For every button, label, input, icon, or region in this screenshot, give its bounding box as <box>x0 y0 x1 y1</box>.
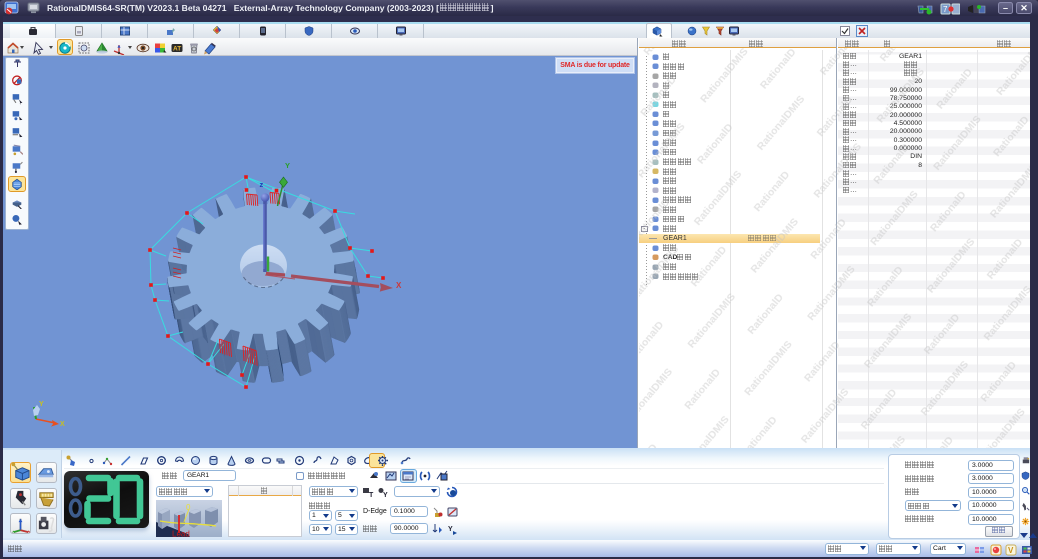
svg-text:V: V <box>1008 546 1014 555</box>
svg-text:X: X <box>396 281 402 290</box>
svg-text:AT: AT <box>173 46 181 53</box>
svg-text:Y: Y <box>39 401 44 408</box>
svg-text:Y: Y <box>448 526 453 533</box>
svg-text:z: z <box>260 180 264 189</box>
svg-text:7: 7 <box>943 5 948 14</box>
svg-text:Y: Y <box>285 161 290 170</box>
svg-text:Lead: Lead <box>172 530 190 538</box>
svg-text:X: X <box>60 421 65 428</box>
svg-text:T: T <box>369 492 374 499</box>
svg-text:Y: Y <box>383 492 388 499</box>
svg-text:0: 0 <box>186 503 191 512</box>
